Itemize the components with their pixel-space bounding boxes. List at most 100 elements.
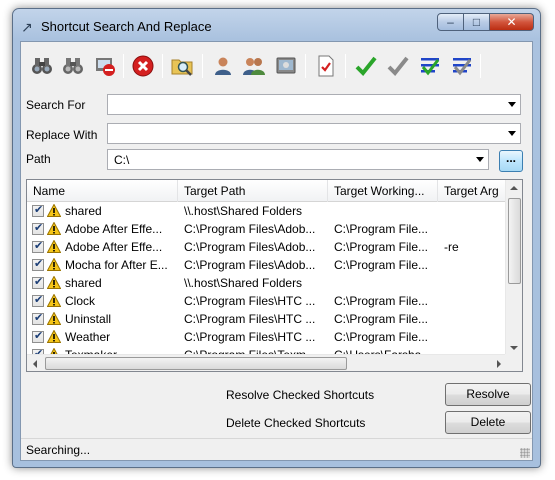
- chevron-down-icon[interactable]: [476, 157, 484, 162]
- row-working: C:\Program File...: [334, 240, 429, 254]
- row-args: [444, 328, 504, 346]
- horizontal-scrollbar[interactable]: [27, 354, 507, 371]
- resize-grip[interactable]: [520, 448, 530, 458]
- row-target-path: C:\Program Files\Adob...: [184, 240, 316, 254]
- column-header-name[interactable]: Name: [27, 180, 178, 202]
- row-checkbox[interactable]: [32, 293, 44, 307]
- uncheck-lines-icon[interactable]: [448, 52, 476, 80]
- row-checkbox[interactable]: [32, 239, 44, 253]
- replace-with-combobox[interactable]: [107, 123, 521, 144]
- row-working: [334, 274, 438, 292]
- main-window: ↗ Shortcut Search And Replace – □ ✕ Sear…: [12, 8, 541, 468]
- vertical-scroll-thumb[interactable]: [508, 198, 521, 284]
- warning-icon: [46, 293, 62, 307]
- folder-search-icon[interactable]: [168, 52, 196, 80]
- row-target-path: C:\Program Files\Adob...: [184, 258, 316, 272]
- toolbar-separator: [345, 54, 346, 78]
- warning-icon: [46, 203, 62, 217]
- path-value: C:\: [114, 153, 130, 167]
- table-row[interactable]: Weather C:\Program Files\HTC ... C:\Progra…: [27, 328, 507, 346]
- row-target-path: \\.host\Shared Folders: [184, 276, 303, 290]
- row-args: -re: [444, 240, 459, 254]
- row-name: Uninstall: [65, 312, 112, 326]
- list-header: Name Target Path Target Working... Targe…: [27, 180, 507, 202]
- shortcut-list[interactable]: Name Target Path Target Working... Targe…: [26, 179, 523, 372]
- row-name: Clock: [65, 294, 96, 308]
- search-for-combobox[interactable]: [107, 94, 521, 115]
- row-args: [444, 220, 504, 238]
- row-working: C:\Program File...: [334, 294, 429, 308]
- table-row[interactable]: Adobe After Effe... C:\Program Files\Adob…: [27, 238, 507, 256]
- table-row[interactable]: Uninstall C:\Program Files\HTC ... C:\Prog…: [27, 310, 507, 328]
- scroll-right-icon[interactable]: [497, 360, 501, 368]
- resolve-checked-label: Resolve Checked Shortcuts: [226, 388, 375, 402]
- row-checkbox[interactable]: [32, 203, 44, 217]
- row-checkbox[interactable]: [32, 311, 44, 325]
- status-text: Searching...: [26, 443, 91, 457]
- check-icon[interactable]: [384, 52, 412, 80]
- delete-button[interactable]: Delete: [445, 411, 531, 434]
- row-working: C:\Program File...: [334, 222, 429, 236]
- table-row[interactable]: Clock C:\Program Files\HTC ... C:\Program …: [27, 292, 507, 310]
- caption-buttons: – □ ✕: [437, 13, 534, 31]
- column-header-target-working[interactable]: Target Working...: [328, 180, 438, 202]
- minimize-button[interactable]: –: [437, 13, 464, 31]
- delete-checked-label: Delete Checked Shortcuts: [226, 416, 366, 430]
- delete-shortcut-icon[interactable]: [91, 52, 119, 80]
- row-name: Mocha for After E...: [65, 258, 168, 272]
- row-working: C:\Program File...: [334, 330, 429, 344]
- row-name: Weather: [65, 330, 111, 344]
- browse-button[interactable]: ...: [499, 150, 523, 172]
- scroll-left-icon[interactable]: [33, 360, 37, 368]
- table-row[interactable]: Mocha for After E... C:\Program Files\Ado…: [27, 256, 507, 274]
- row-name: shared: [65, 276, 102, 290]
- row-checkbox[interactable]: [32, 257, 44, 271]
- row-args: [444, 292, 504, 310]
- row-args: [444, 202, 504, 220]
- check-all-icon[interactable]: [352, 52, 380, 80]
- chevron-down-icon[interactable]: [508, 102, 516, 107]
- row-working: C:\Program File...: [334, 258, 429, 272]
- warning-icon: [46, 257, 62, 271]
- warning-icon: [46, 311, 62, 325]
- computer-icon[interactable]: [272, 52, 300, 80]
- row-name: Adobe After Effe...: [65, 240, 163, 254]
- row-working: [334, 202, 438, 220]
- row-name: Adobe After Effe...: [65, 222, 163, 236]
- horizontal-scroll-thumb[interactable]: [45, 357, 347, 370]
- check-document-icon[interactable]: [312, 52, 340, 80]
- user-icon[interactable]: [209, 52, 237, 80]
- path-combobox[interactable]: C:\: [107, 149, 489, 170]
- warning-icon: [46, 329, 62, 343]
- scroll-up-icon[interactable]: [510, 186, 518, 190]
- table-row[interactable]: Adobe After Effe... C:\Program Files\Adob…: [27, 220, 507, 238]
- client-area: Search For Replace With Path C:\ ... Nam…: [20, 41, 533, 461]
- column-header-target-args[interactable]: Target Arg: [438, 180, 507, 202]
- users-icon[interactable]: [240, 52, 268, 80]
- check-lines-icon[interactable]: [416, 52, 444, 80]
- replace-with-label: Replace With: [26, 128, 98, 142]
- row-args: [444, 274, 504, 292]
- warning-icon: [46, 239, 62, 253]
- binoculars-next-icon[interactable]: [59, 52, 87, 80]
- table-row[interactable]: shared \\.host\Shared Folders: [27, 274, 507, 292]
- table-row[interactable]: shared \\.host\Shared Folders: [27, 202, 507, 220]
- chevron-down-icon[interactable]: [508, 131, 516, 136]
- column-header-target-path[interactable]: Target Path: [178, 180, 328, 202]
- scroll-down-icon[interactable]: [510, 346, 518, 350]
- app-icon: ↗: [21, 19, 33, 35]
- maximize-button[interactable]: □: [464, 13, 490, 31]
- row-checkbox[interactable]: [32, 221, 44, 235]
- title-bar[interactable]: ↗ Shortcut Search And Replace – □ ✕: [13, 9, 540, 41]
- toolbar-separator: [202, 54, 203, 78]
- row-checkbox[interactable]: [32, 275, 44, 289]
- window-title: Shortcut Search And Replace: [41, 19, 212, 34]
- vertical-scrollbar[interactable]: [505, 180, 522, 356]
- close-button[interactable]: ✕: [490, 13, 534, 31]
- resolve-button[interactable]: Resolve: [445, 383, 531, 406]
- binoculars-icon[interactable]: [28, 52, 56, 80]
- stop-icon[interactable]: [129, 52, 157, 80]
- row-checkbox[interactable]: [32, 329, 44, 343]
- toolbar-separator: [123, 54, 124, 78]
- row-working: C:\Program File...: [334, 312, 429, 326]
